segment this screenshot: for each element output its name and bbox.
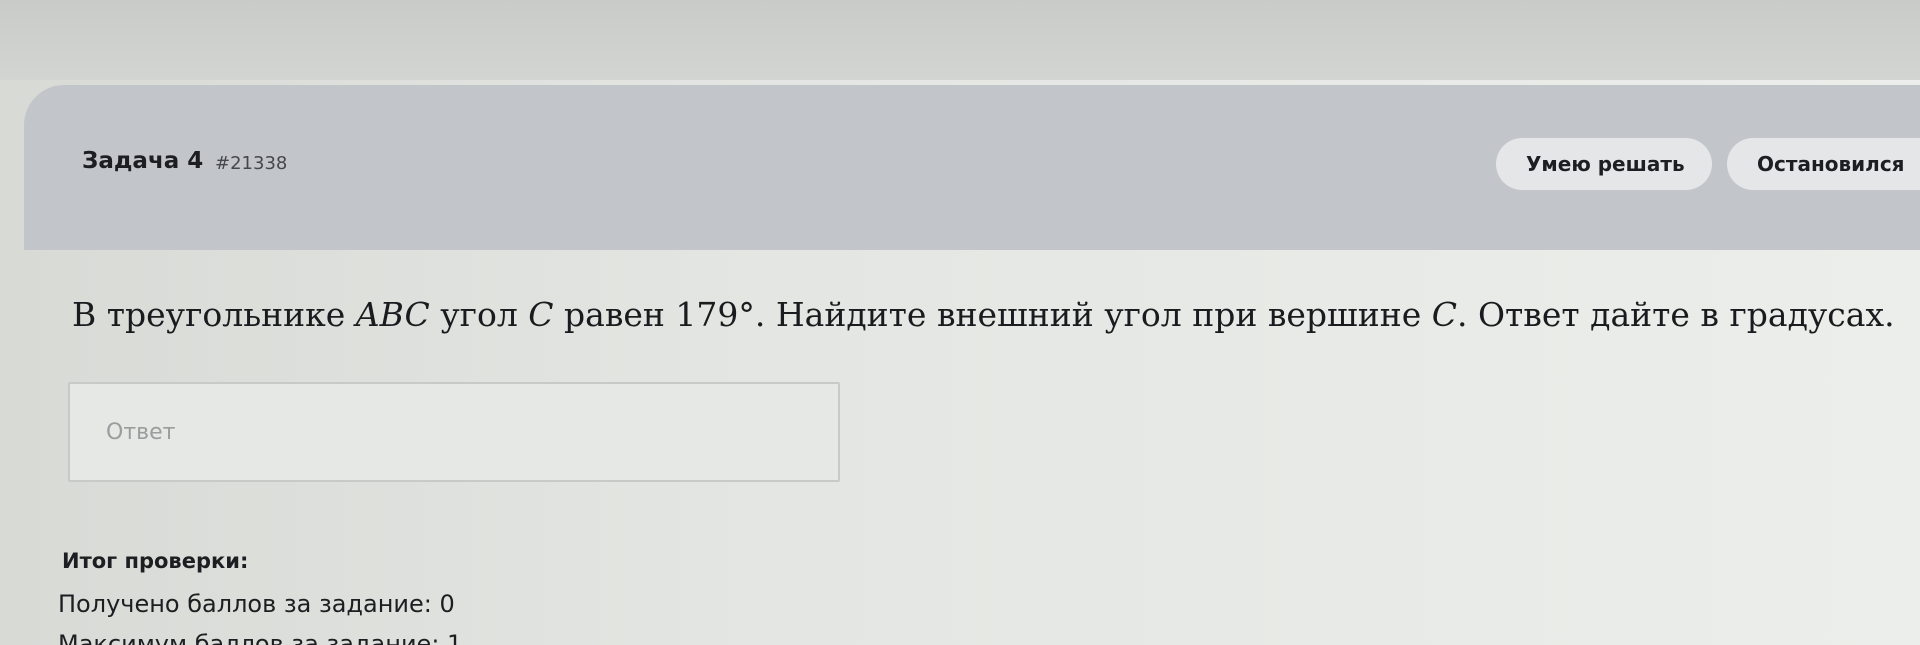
- problem-text-4: . Найдите внешний угол при вершине: [754, 295, 1432, 334]
- points-max: Максимум баллов за задание: 1: [58, 630, 463, 645]
- answer-box: [68, 382, 840, 482]
- math-c: C: [528, 295, 554, 334]
- math-angle: 179°: [675, 295, 755, 334]
- stopped-button[interactable]: Остановился: [1727, 138, 1920, 190]
- math-c-vertex: C: [1431, 295, 1457, 334]
- answer-input[interactable]: [70, 384, 838, 480]
- know-how-button[interactable]: Умею решать: [1496, 138, 1712, 190]
- page: Задача 4 #21338 Умею решать Остановился …: [0, 0, 1920, 645]
- problem-text-3: равен: [553, 295, 676, 334]
- problem-text-5: . Ответ дайте в градусах.: [1457, 295, 1895, 334]
- task-title: Задача 4: [82, 148, 204, 174]
- result-heading: Итог проверки:: [62, 549, 249, 573]
- top-strip: [0, 0, 1920, 80]
- task-id: #21338: [215, 153, 288, 174]
- problem-text-1: В треугольнике: [72, 295, 356, 334]
- problem-statement: В треугольнике ABC угол C равен 179°. На…: [72, 295, 1895, 334]
- points-received: Получено баллов за задание: 0: [58, 590, 455, 618]
- math-abc: ABC: [355, 295, 430, 334]
- problem-text-2: угол: [429, 295, 529, 334]
